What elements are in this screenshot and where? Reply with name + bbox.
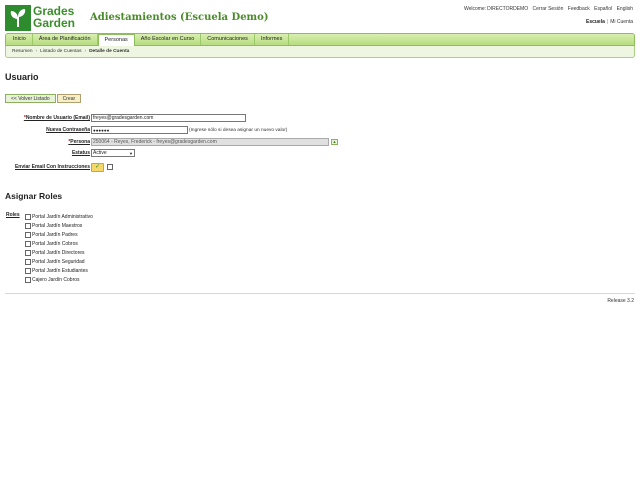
- username-row: *Nombre de Usuario (Email) freyes@grades…: [5, 113, 246, 123]
- password-input[interactable]: ●●●●●●: [91, 126, 188, 134]
- grades-garden-logo[interactable]: Grades Garden: [5, 5, 83, 31]
- role-checkbox[interactable]: [25, 213, 31, 220]
- status-select[interactable]: Active ▼: [91, 149, 135, 157]
- english-link[interactable]: English: [617, 6, 633, 12]
- username: DIRECTORDEMO: [487, 6, 529, 12]
- role-label: Portal Jardín Directores: [32, 249, 85, 256]
- footer-divider: [5, 293, 635, 294]
- role-item: Portal Jardín Seguridad: [25, 257, 93, 266]
- role-item: Portal Jardín Cobros: [25, 239, 93, 248]
- password-label: Nueva Contraseña: [46, 127, 90, 133]
- role-label: Portal Jardín Padres: [32, 231, 78, 238]
- tab-personas[interactable]: Personas: [97, 34, 135, 46]
- breadcrumb: Resumen › Listado de Cuentas › Detalle d…: [5, 46, 635, 58]
- role-item: Cajero Jardín Cobros: [25, 275, 93, 284]
- envelope-check-icon: ✓: [91, 162, 104, 172]
- breadcrumb-listado-cuentas[interactable]: Listado de Cuentas: [40, 49, 81, 54]
- chevron-right-icon: ›: [35, 49, 38, 54]
- role-label: Portal Jardín Seguridad: [32, 258, 85, 265]
- status-label: Estatus: [71, 150, 90, 156]
- username-input[interactable]: freyes@gradesgarden.com: [91, 114, 246, 122]
- roles-list: Portal Jardín Administrativo Portal Jard…: [25, 212, 93, 284]
- welcome-label: Welcome:: [463, 6, 487, 12]
- person-row: *Persona 250064 - Reyes, Frederick - fre…: [5, 137, 338, 147]
- tab-inicio[interactable]: Inicio: [7, 34, 33, 45]
- send-email-checkbox[interactable]: [107, 164, 113, 170]
- role-item: Portal Jardín Estudiantes: [25, 266, 93, 275]
- school-link[interactable]: Escuela: [586, 19, 605, 25]
- chevron-up-icon[interactable]: ▲: [331, 139, 338, 145]
- logo-text: Grades Garden: [33, 4, 76, 30]
- chevron-right-icon: ›: [84, 49, 87, 54]
- app-title: Adiestamientos (Escuela Demo): [90, 12, 269, 23]
- role-item: Portal Jardín Administrativo: [25, 212, 93, 221]
- username-label: *Nombre de Usuario (Email): [23, 115, 90, 121]
- roles-label: Roles: [6, 212, 20, 218]
- spanish-link[interactable]: Español: [594, 6, 612, 12]
- breadcrumb-detalle-cuenta: Detalle de Cuenta: [89, 49, 130, 54]
- page-title: Usuario: [5, 72, 39, 82]
- role-label: Portal Jardín Estudiantes: [32, 267, 88, 274]
- password-hint: (Ingrese sólo si desea asignar un nuevo …: [189, 127, 288, 133]
- password-row: Nueva Contraseña ●●●●●● (Ingrese sólo si…: [5, 125, 287, 135]
- role-label: Portal Jardín Administrativo: [32, 213, 93, 220]
- role-checkbox[interactable]: [25, 240, 31, 247]
- role-checkbox[interactable]: [25, 276, 31, 283]
- tab-ano-escolar[interactable]: Año Escolar en Curso: [135, 34, 202, 45]
- role-item: Portal Jardín Padres: [25, 230, 93, 239]
- main-nav: Inicio Área de Planificación Personas Añ…: [5, 33, 635, 46]
- status-value: Active: [93, 149, 107, 156]
- role-label: Portal Jardín Maestros: [32, 222, 83, 229]
- chevron-down-icon: ▼: [129, 150, 133, 156]
- tab-informes[interactable]: Informes: [255, 34, 290, 45]
- role-checkbox[interactable]: [25, 267, 31, 274]
- logout-link[interactable]: Cerrar Sesión: [533, 6, 564, 12]
- person-label: *Persona: [68, 139, 90, 145]
- role-checkbox[interactable]: [25, 249, 31, 256]
- tab-area-planificacion[interactable]: Área de Planificación: [33, 34, 98, 45]
- role-checkbox[interactable]: [25, 222, 31, 229]
- back-to-list-button[interactable]: << Volver Listado: [5, 94, 56, 103]
- school-bar: Escuela | Mi Cuenta: [585, 19, 633, 25]
- roles-section-title: Asignar Roles: [5, 191, 63, 201]
- status-row: Estatus Active ▼: [5, 148, 135, 158]
- feedback-link[interactable]: Feedback: [568, 6, 590, 12]
- role-checkbox[interactable]: [25, 258, 31, 265]
- role-item: Portal Jardín Maestros: [25, 221, 93, 230]
- role-checkbox[interactable]: [25, 231, 31, 238]
- role-item: Portal Jardín Directores: [25, 248, 93, 257]
- send-email-label: Enviar Email Con Instrucciones: [14, 164, 90, 170]
- create-button[interactable]: Crear: [56, 94, 82, 103]
- role-label: Portal Jardín Cobros: [32, 240, 78, 247]
- person-input[interactable]: 250064 - Reyes, Frederick - freyes@grade…: [91, 138, 329, 146]
- breadcrumb-resumen[interactable]: Resumen: [12, 49, 33, 54]
- role-label: Cajero Jardín Cobros: [32, 276, 80, 283]
- logo-plant-icon: [5, 5, 31, 31]
- release-version: Release 3.2: [607, 298, 634, 304]
- top-links: Welcome:DIRECTORDEMO Cerrar Sesión Feedb…: [461, 6, 633, 12]
- send-email-row: Enviar Email Con Instrucciones ✓: [5, 162, 113, 172]
- action-buttons: << Volver Listado Crear: [5, 94, 82, 103]
- my-account-link[interactable]: Mi Cuenta: [610, 19, 633, 25]
- tab-comunicaciones[interactable]: Comunicaciones: [201, 34, 255, 45]
